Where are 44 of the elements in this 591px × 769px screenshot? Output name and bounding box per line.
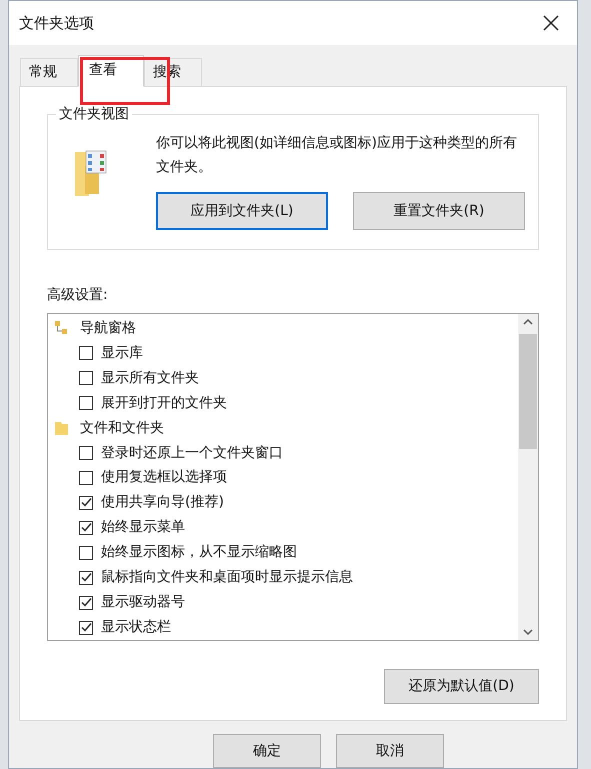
- action-button[interactable]: 应用到文件夹(L): [156, 192, 328, 230]
- close-icon: [543, 15, 559, 31]
- option-label[interactable]: 登录时还原上一个文件夹窗口: [101, 442, 283, 464]
- checkmark-icon: [80, 572, 92, 584]
- option-label[interactable]: 展开到打开的文件夹: [101, 392, 227, 414]
- option-label[interactable]: 显示所有文件夹: [101, 368, 199, 389]
- checkbox[interactable]: [79, 496, 93, 510]
- checkbox[interactable]: [79, 596, 93, 610]
- group-title: 文件夹视图: [56, 105, 132, 123]
- option-label[interactable]: 始终显示图标，从不显示缩略图: [101, 542, 297, 564]
- tab[interactable]: 常规: [20, 58, 78, 86]
- option-label[interactable]: 使用共享向导(推荐): [101, 492, 224, 514]
- option-label[interactable]: 使用复选框以选择项: [101, 467, 227, 488]
- checkbox[interactable]: [79, 620, 93, 635]
- restore-defaults-button[interactable]: 还原为默认值(D): [384, 669, 539, 704]
- option-label[interactable]: 显示状态栏: [101, 617, 171, 638]
- option-label[interactable]: 鼠标指向文件夹和桌面项时显示提示信息: [101, 567, 353, 588]
- checkbox[interactable]: [79, 446, 93, 460]
- checkbox[interactable]: [79, 520, 93, 535]
- dialog-button[interactable]: 确定: [213, 734, 321, 768]
- checkmark-icon: [80, 497, 92, 508]
- checkmark-icon: [80, 622, 92, 634]
- group-label: 导航窗格: [80, 318, 136, 338]
- checkbox[interactable]: [79, 470, 93, 485]
- checkmark-icon: [80, 597, 92, 608]
- option-label[interactable]: 显示驱动器号: [101, 592, 185, 614]
- checkmark-icon: [80, 522, 92, 534]
- folder-icon: [54, 420, 70, 436]
- section-label: 高级设置:: [47, 286, 109, 304]
- checkbox[interactable]: [79, 396, 93, 410]
- dialog-button[interactable]: 取消: [336, 734, 444, 768]
- checkbox[interactable]: [79, 371, 93, 386]
- action-button[interactable]: 重置文件夹(R): [353, 192, 525, 230]
- tree-icon: [54, 320, 70, 336]
- window-title: 文件夹选项: [19, 12, 94, 34]
- option-label[interactable]: 始终显示菜单: [101, 517, 185, 538]
- option-label[interactable]: 显示库: [101, 342, 143, 364]
- checkbox[interactable]: [79, 546, 93, 560]
- scrollbar[interactable]: [518, 314, 538, 640]
- scrollbar-thumb[interactable]: [519, 334, 537, 449]
- checkbox[interactable]: [79, 346, 93, 360]
- group-label: 文件和文件夹: [80, 418, 164, 438]
- description-text: 你可以将此视图(如详细信息或图标)应用于这种类型的所有文件夹。: [156, 134, 518, 177]
- checkbox[interactable]: [79, 570, 93, 585]
